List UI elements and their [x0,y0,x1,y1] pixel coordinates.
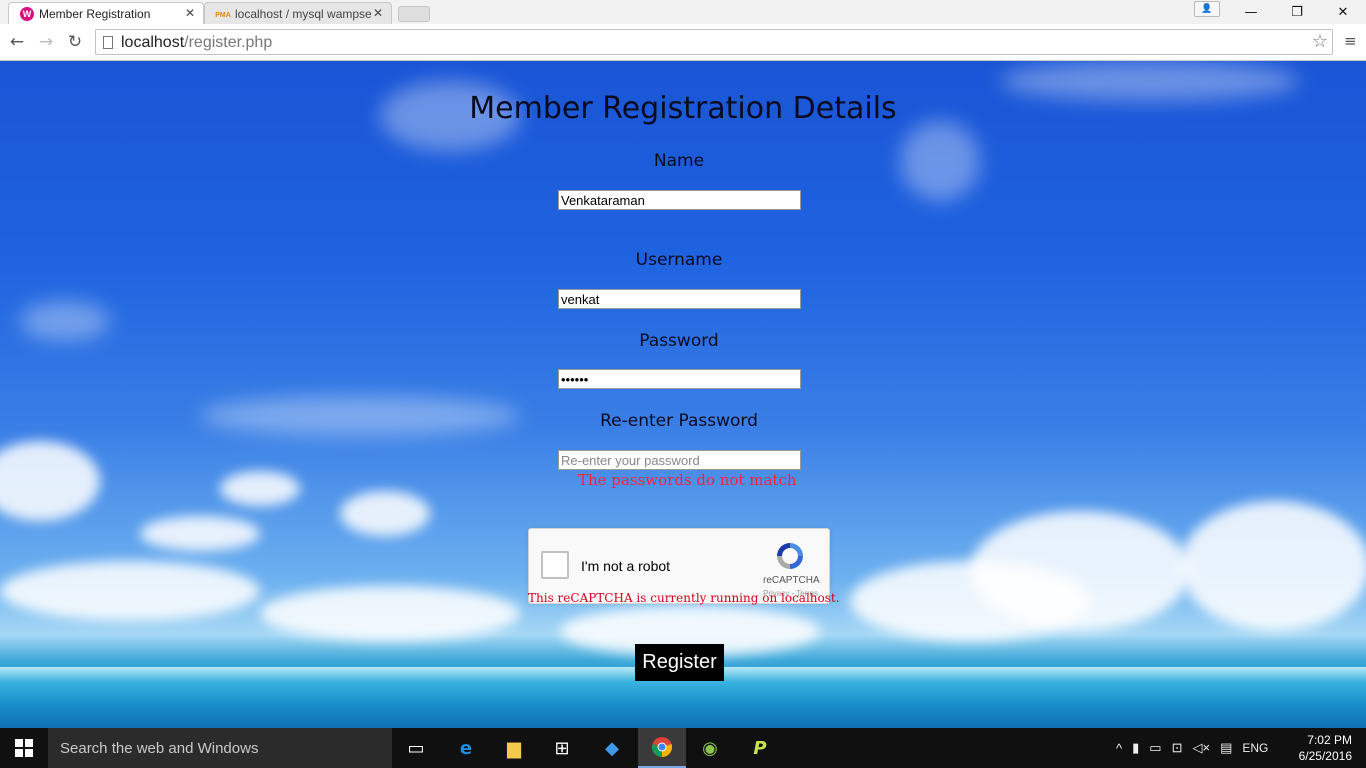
store-icon[interactable]: ⊞ [538,728,586,768]
network-icon[interactable]: ⊡ [1172,740,1183,756]
minimize-icon[interactable]: — [1228,0,1274,24]
chevron-up-icon[interactable]: ^ [1116,741,1122,756]
taskbar: Search the web and Windows ▭ e ▆ ⊞ ◆ ◉ P… [0,728,1366,768]
name-input[interactable] [558,190,801,210]
battery-icon[interactable]: ▭ [1149,740,1161,756]
close-window-icon[interactable]: ✕ [1320,0,1366,24]
clock-date: 6/25/2016 [1298,749,1352,763]
task-view-icon[interactable]: ▭ [392,728,440,768]
username-input[interactable] [558,289,801,309]
password-mismatch-error: The passwords do not match [578,471,797,489]
page-icon [103,36,113,49]
dropbox-icon[interactable]: ◆ [588,728,636,768]
menu-icon[interactable]: ≡ [1344,32,1358,50]
tab-member-registration[interactable]: W Member Registration ✕ [8,2,204,24]
repassword-label: Re-enter Password [600,411,758,431]
recaptcha-brand: reCAPTCHA [763,575,820,586]
tray-app-icon[interactable]: ▮ [1132,740,1139,756]
recaptcha-label: I'm not a robot [581,558,671,574]
chrome-icon[interactable] [638,728,686,768]
phpmyadmin-favicon-icon: PMA [215,11,231,19]
registration-form: Member Registration Details Name Usernam… [0,61,1366,728]
system-tray: ^ ▮ ▭ ⊡ ◁× ▤ ENG [1116,728,1278,768]
windows-logo-icon [15,739,33,757]
tab-title: Member Registration [39,7,151,21]
url-text: localhost/register.php [121,34,273,51]
new-tab-button[interactable] [398,6,430,22]
file-explorer-icon[interactable]: ▆ [490,728,538,768]
search-placeholder: Search the web and Windows [60,740,259,757]
restore-icon[interactable]: ❐ [1274,0,1320,24]
username-label: Username [635,250,723,270]
bookmark-star-icon[interactable]: ☆ [1312,31,1328,52]
chrome-logo-icon [651,737,673,758]
password-input[interactable] [558,369,801,389]
reload-icon[interactable]: ↻ [64,31,86,53]
recaptcha-localhost-warning: This reCAPTCHA is currently running on l… [528,591,840,605]
repassword-input[interactable] [558,450,801,470]
tab-phpmyadmin[interactable]: PMA localhost / mysql wampse ✕ [204,2,392,24]
tab-title: localhost / mysql wampse [235,7,372,21]
browser-tabstrip: W Member Registration ✕ PMA localhost / … [0,0,1366,24]
clock-time: 7:02 PM [1307,733,1352,747]
page-viewport: Member Registration Details Name Usernam… [0,61,1366,728]
app-p-icon[interactable]: P [736,728,784,768]
volume-muted-icon[interactable]: ◁× [1192,740,1210,756]
page-title: Member Registration Details [469,91,897,126]
edge-icon[interactable]: e [442,728,490,768]
register-button[interactable]: Register [635,644,724,681]
password-label: Password [639,331,719,351]
window-controls: — ❐ ✕ [1228,0,1366,24]
close-icon[interactable]: ✕ [185,6,195,20]
address-bar[interactable]: localhost/register.php ☆ [95,29,1333,55]
clock[interactable]: 7:02 PM 6/25/2016 [1299,732,1352,764]
browser-toolbar: ← → ↻ localhost/register.php ☆ ≡ [0,24,1366,61]
close-icon[interactable]: ✕ [373,6,383,20]
recaptcha-checkbox[interactable] [541,551,569,579]
profile-icon[interactable]: 👤 [1194,1,1220,17]
start-button[interactable] [0,728,48,768]
language-indicator[interactable]: ENG [1242,741,1268,755]
taskbar-search-box[interactable]: Search the web and Windows [48,728,392,768]
forward-icon[interactable]: → [35,31,57,53]
recaptcha-logo-icon [777,543,803,569]
name-label: Name [653,151,705,171]
wamp-favicon-icon: W [20,7,34,21]
action-center-icon[interactable]: ▤ [1220,740,1232,756]
android-studio-icon[interactable]: ◉ [686,728,734,768]
back-icon[interactable]: ← [6,31,28,53]
